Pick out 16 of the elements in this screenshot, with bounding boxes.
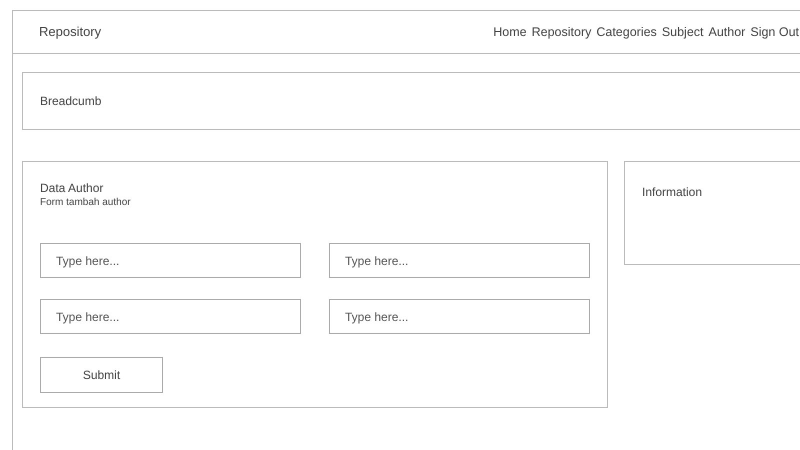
info-title: Information: [642, 185, 702, 199]
form-subtitle: Form tambah author: [40, 196, 132, 210]
nav-link[interactable]: Author: [708, 22, 746, 42]
nav-link[interactable]: Subject: [662, 22, 704, 42]
text-input[interactable]: Type here...: [40, 243, 301, 278]
text-input[interactable]: Type here...: [40, 299, 301, 334]
nav-link[interactable]: Sign Out: [750, 22, 799, 42]
nav-link[interactable]: Repository: [532, 22, 592, 42]
text-input[interactable]: Type here...: [329, 243, 590, 278]
submit-button[interactable]: Submit: [40, 357, 163, 393]
brand-label[interactable]: Repository: [39, 22, 102, 42]
nav-link[interactable]: Categories: [596, 22, 657, 42]
nav-link[interactable]: Home: [493, 22, 527, 42]
breadcrumb-text: Breadcumb: [40, 93, 102, 110]
form-title: Data Author: [40, 180, 104, 196]
text-input[interactable]: Type here...: [329, 299, 590, 334]
